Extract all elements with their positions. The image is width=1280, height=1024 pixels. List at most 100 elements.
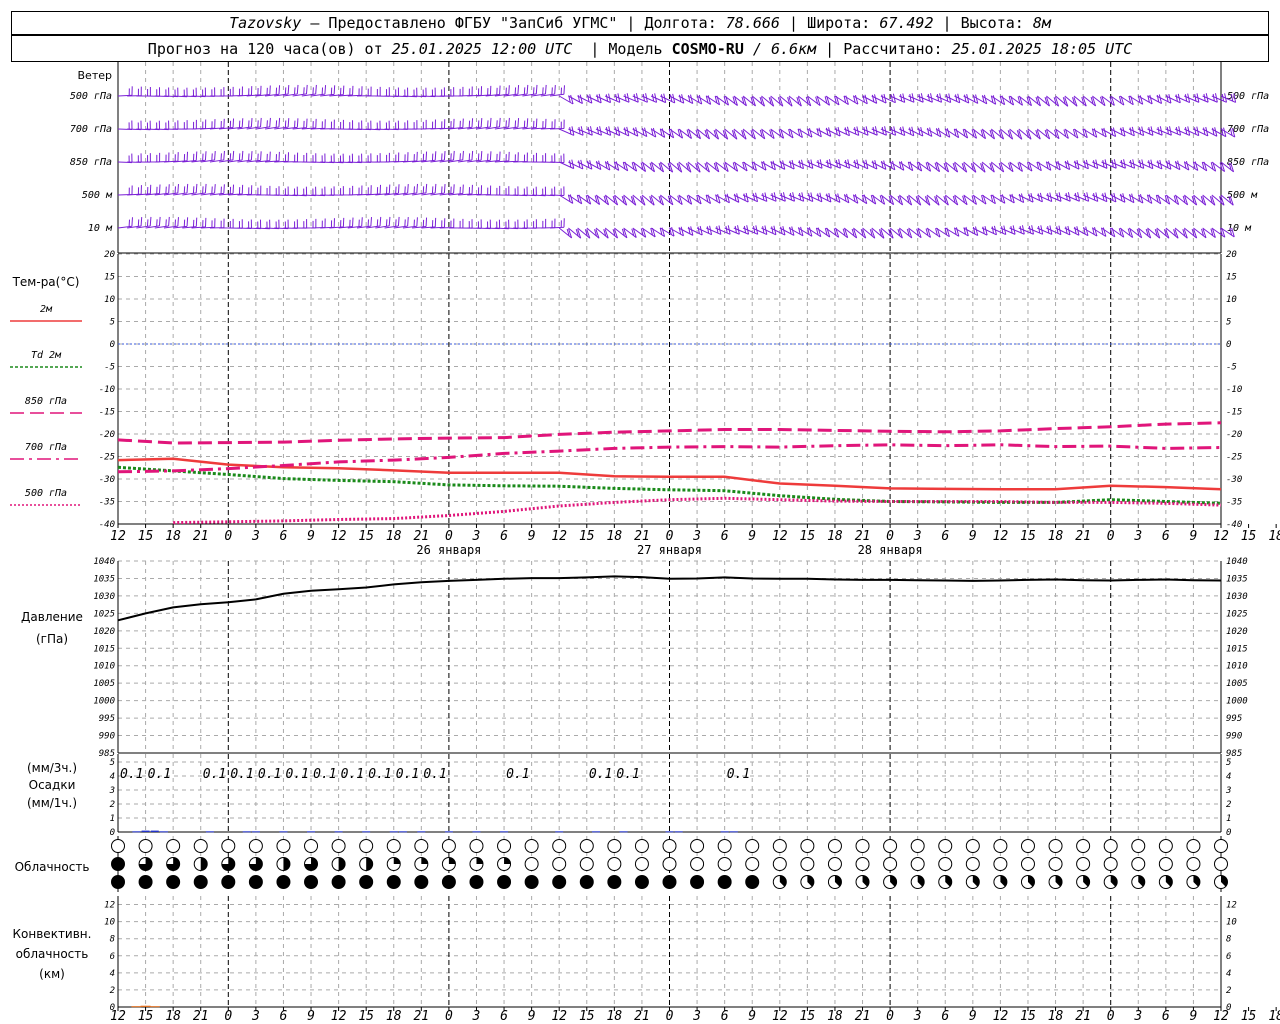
cloud-middle-symbol <box>1076 857 1091 871</box>
temp-xtick-label: 0 <box>445 529 453 544</box>
cloud-middle-symbol <box>993 857 1008 871</box>
precip-ylabel-1h: (мм/1ч.) <box>27 796 77 810</box>
conv-ytick-left: 12 <box>104 901 115 911</box>
precip-bar <box>205 831 214 833</box>
pressure-ytick-left: 1000 <box>93 697 115 707</box>
cloud-middle-symbol-fill <box>338 857 346 871</box>
bottom-xtick-label: 21 <box>193 1009 209 1024</box>
temp-xtick-label: 9 <box>748 529 756 544</box>
temp-ytick-right: -35 <box>1226 498 1242 508</box>
cloud-middle-symbol <box>634 857 649 871</box>
temp-xtick-label: 18 <box>827 529 843 544</box>
temp-xtick-label: 0 <box>666 529 674 544</box>
precip-bar <box>389 831 398 833</box>
cloud-low-symbol-fill <box>332 875 346 889</box>
cloud-high-symbol <box>855 839 870 853</box>
bottom-xtick-label: 9 <box>528 1009 536 1024</box>
wind-barb <box>117 217 133 229</box>
cloud-high-symbol <box>662 839 677 853</box>
temp-ytick-right: -20 <box>1226 430 1242 440</box>
temp-xtick-label: 9 <box>969 529 977 544</box>
precip-bar <box>132 831 141 833</box>
temp-ytick-left: 10 <box>104 295 115 305</box>
temp-xtick-label: 3 <box>472 529 481 544</box>
temp-ytick-left: -20 <box>99 430 115 440</box>
meteogram: Ветер 500 гПа 500 гПа 700 гПа 700 гПа 850 гПа… <box>10 62 1280 1024</box>
temp-legend-label: 500 гПа <box>25 488 67 499</box>
cloud-high-symbol <box>827 839 842 853</box>
precip-3h-label: 0.1 <box>616 767 639 782</box>
wind-level-label-right: 850 гПа <box>1227 157 1269 168</box>
conv-ytick-left: 2 <box>110 986 115 996</box>
precip-ytick-right: 4 <box>1226 772 1231 782</box>
cloud-middle-symbol <box>579 857 594 871</box>
bottom-xtick-label: 12 <box>551 1009 567 1024</box>
bottom-xtick-label: 6 <box>941 1009 949 1024</box>
precip-ytick-left: 3 <box>109 786 115 796</box>
temp-xtick-label: 15 <box>1241 529 1257 544</box>
cloud-middle-symbol <box>1131 857 1146 871</box>
temp-xtick-label: 18 <box>1048 529 1064 544</box>
temp-xtick-label: 21 <box>855 529 871 544</box>
precip-bar <box>555 831 564 833</box>
cloud-middle-symbol <box>552 857 567 871</box>
pressure-ylabel: (гПа) <box>36 632 68 646</box>
precip-3h-label: 0.1 <box>230 767 253 782</box>
wind-level-label-right: 500 гПа <box>1227 91 1269 102</box>
cloud-low-symbol-fill <box>414 875 428 889</box>
precip-3h-label: 0.1 <box>727 767 750 782</box>
cloud-low-symbol-fill <box>359 875 373 889</box>
bottom-xtick-label: 3 <box>913 1009 922 1024</box>
cloud-middle-symbol <box>524 857 539 871</box>
temp-ytick-left: 0 <box>110 340 115 350</box>
cloud-low-symbol-fill <box>221 875 235 889</box>
pressure-ytick-left: 1030 <box>93 592 115 602</box>
precip-bar <box>729 831 738 833</box>
bottom-xtick-label: 12 <box>772 1009 788 1024</box>
pressure-ytick-right: 995 <box>1226 714 1242 724</box>
precip-3h-label: 0.1 <box>423 767 446 782</box>
wind-level-label-left: 500 гПа <box>70 91 112 102</box>
bottom-xtick-label: 21 <box>855 1009 871 1024</box>
temp-xtick-label: 15 <box>579 529 595 544</box>
conv-ytick-left: 10 <box>104 918 115 928</box>
cloud-high-symbol <box>524 839 539 853</box>
cloud-middle-symbol <box>1214 857 1228 871</box>
cloud-middle-symbol <box>690 857 705 871</box>
cloud-middle-symbol <box>745 857 760 871</box>
temp-ytick-left: -30 <box>99 475 115 485</box>
cloud-middle-symbol <box>1103 857 1118 871</box>
wind-barb <box>1082 226 1098 237</box>
temp-ytick-left: -35 <box>99 498 115 508</box>
bottom-xtick-label: 12 <box>110 1009 126 1024</box>
temp-ytick-left: 15 <box>104 273 115 283</box>
bottom-xtick-label: 3 <box>251 1009 260 1024</box>
bottom-xtick-label: 12 <box>993 1009 1009 1024</box>
precip-bar <box>334 831 343 833</box>
bottom-xtick-label: 18 <box>1048 1009 1064 1024</box>
cloud-high-symbol <box>469 839 484 853</box>
precip-3h-label: 0.1 <box>203 767 226 782</box>
precip-bar <box>279 831 288 833</box>
pressure-ytick-right: 1015 <box>1226 644 1248 654</box>
precip-bar <box>444 831 453 833</box>
precip-3h-label: 0.1 <box>341 767 364 782</box>
wind-barb <box>117 185 133 196</box>
precip-ytick-right: 0 <box>1226 828 1231 838</box>
cloud-high-symbol <box>745 839 760 853</box>
cloud-high-symbol <box>772 839 787 853</box>
cloud-high-symbol <box>166 839 181 853</box>
precip-3h-label: 0.1 <box>506 767 529 782</box>
cloud-high-symbol <box>1103 839 1118 853</box>
precip-ytick-left: 0 <box>110 828 115 838</box>
precip-bar <box>242 831 251 833</box>
cloud-high-symbol <box>1131 839 1146 853</box>
cloud-high-symbol <box>138 839 153 853</box>
wind-barb <box>797 227 813 237</box>
wind-level-label-left: 700 гПа <box>70 124 112 135</box>
bottom-xtick-label: 18 <box>827 1009 843 1024</box>
bottom-xtick-label: 9 <box>969 1009 977 1024</box>
cloud-high-symbol <box>993 839 1008 853</box>
cloud-middle-symbol <box>855 857 870 871</box>
cloud-low-symbol-fill <box>663 875 676 889</box>
